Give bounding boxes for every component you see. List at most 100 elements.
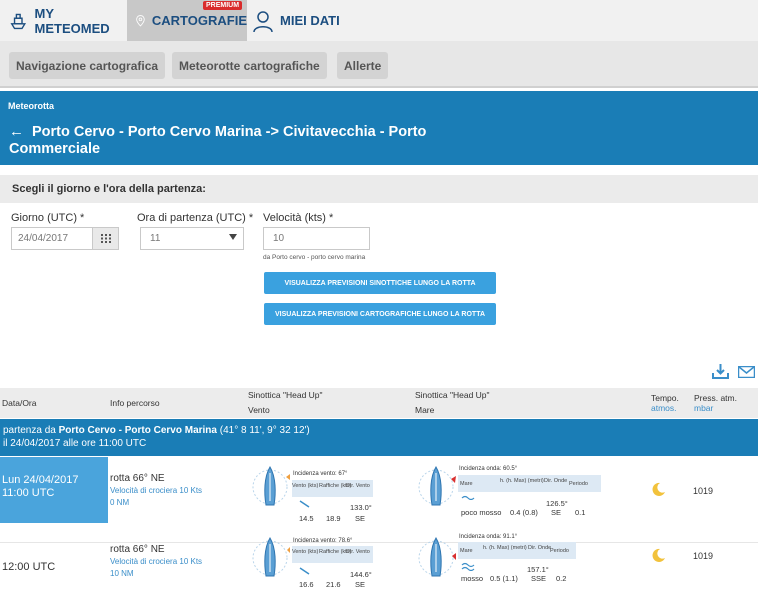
wind-speed: 16.6 xyxy=(299,580,314,589)
boat-wave-icon xyxy=(418,537,456,577)
sea-hdr-height: h. (h. Max) (metri) xyxy=(483,545,527,551)
departure-time: il 24/04/2017 alle ore 11:00 UTC xyxy=(3,438,147,449)
download-icon[interactable] xyxy=(712,363,729,380)
wind-direction: SE xyxy=(355,514,366,523)
wind-direction-deg: 133.0° xyxy=(350,503,372,512)
sea-hdr-sea: Mare xyxy=(460,548,473,554)
col-press: Press. atm. xyxy=(694,393,737,403)
sub-navigation: Navigazione cartografica Meteorotte cart… xyxy=(0,41,758,88)
date-cell: Lun 24/04/2017 11:00 UTC xyxy=(0,457,108,523)
wind-gust: 21.6 xyxy=(326,580,341,589)
sea-mini-header: Mare h. (h. Max) (metri) Dir. Onde Perio… xyxy=(458,542,576,559)
wave-direction: SE xyxy=(551,508,562,517)
wave-incidence: Incidenza onda: 91.1° xyxy=(459,534,518,540)
sea-state: mosso xyxy=(461,574,484,583)
day-value: 24/04/2017 xyxy=(18,233,69,244)
speed-note: da Porto cervo - porto cervo marina xyxy=(263,254,366,261)
wind-incidence: Incidenza vento: 78.6° xyxy=(293,538,353,544)
wind-hdr-speed: Vento (kts) xyxy=(292,549,319,555)
calendar-button[interactable] xyxy=(92,228,118,249)
col-wind-sub: Vento xyxy=(248,405,270,415)
form-heading: Scegli il giorno e l'ora della partenza: xyxy=(0,175,758,203)
cruise-speed: Velocità di crociera 10 Kts xyxy=(110,486,203,495)
premium-badge: PREMIUM xyxy=(203,1,243,10)
route-title: Porto Cervo - Porto Cervo Marina -> Civi… xyxy=(9,124,427,157)
user-icon xyxy=(253,10,273,32)
ship-icon xyxy=(10,13,27,29)
wind-incidence: Incidenza vento: 67° xyxy=(293,471,348,477)
wind-arrow-icon xyxy=(299,567,310,575)
calendar-icon xyxy=(100,234,111,243)
wave-direction-deg: 126.5° xyxy=(546,499,568,508)
wave-icon xyxy=(461,495,475,500)
email-icon[interactable] xyxy=(738,366,755,378)
col-weather: Tempo. xyxy=(651,393,679,403)
wave-height: 0.5 (1.1) xyxy=(490,574,518,583)
row-time: 12:00 UTC xyxy=(2,561,56,573)
col-sea-sub: Mare xyxy=(415,405,435,415)
col-press-sub: mbar xyxy=(694,403,714,413)
tab-label: MY METEOMED xyxy=(34,5,110,36)
speed-field[interactable]: 10 xyxy=(263,227,370,250)
boat-wave-icon xyxy=(418,466,456,506)
table-row: 12:00 UTC rotta 66° NE Velocità di croci… xyxy=(0,534,758,590)
distance-nm: 10 NM xyxy=(110,569,134,578)
boat-wind-icon xyxy=(252,466,290,506)
wind-direction: SE xyxy=(355,580,366,589)
wind-arrow-icon xyxy=(299,500,310,508)
date-cell: 12:00 UTC xyxy=(0,544,108,590)
back-arrow-icon[interactable]: ← xyxy=(9,123,24,140)
route-heading: rotta 66° NE xyxy=(110,544,165,555)
sea-hdr-period: Periodo xyxy=(550,548,569,554)
wind-hdr-dir: Dir. Vento xyxy=(346,549,370,555)
speed-value: 10 xyxy=(273,233,285,244)
day-field[interactable]: 24/04/2017 xyxy=(11,227,119,250)
wind-direction-deg: 144.6° xyxy=(350,570,372,579)
col-wind: Sinottica "Head Up" xyxy=(248,390,323,400)
departure-coords: (41° 8 11', 9° 32 12') xyxy=(216,425,310,436)
hour-select[interactable]: 11 xyxy=(140,227,244,250)
wind-mini-header: Vento (kts) Raffiche (kts) Dir. Vento xyxy=(292,480,373,497)
sea-mini-header: Mare h. (h. Max) (metri) Dir. Onde Perio… xyxy=(458,475,601,492)
sea-hdr-period: Periodo xyxy=(569,481,588,487)
departure-prefix: partenza da xyxy=(3,425,59,436)
navigazione-cartografica-button[interactable]: Navigazione cartografica xyxy=(9,52,166,79)
breadcrumb: Meteorotta xyxy=(8,101,55,111)
day-label: Giorno (UTC) * xyxy=(11,212,85,224)
tab-miei-dati[interactable]: MIEI DATI xyxy=(252,0,372,41)
wave-direction-deg: 157.1° xyxy=(527,565,549,574)
wave-icon xyxy=(461,562,475,571)
meteorotte-cartografiche-button[interactable]: Meteorotte cartografiche xyxy=(172,52,327,79)
speed-label: Velocità (kts) * xyxy=(263,212,334,224)
carto-forecast-button[interactable]: VISUALIZZA PREVISIONI CARTOGRAFICHE LUNG… xyxy=(264,303,496,325)
moon-icon xyxy=(652,482,665,496)
page-header: Meteorotta ← Porto Cervo - Porto Cervo Ma… xyxy=(0,91,758,165)
tab-my-meteomed[interactable]: MY METEOMED xyxy=(8,0,126,41)
route-info: rotta 66° NE Velocità di crociera 10 Kts… xyxy=(110,544,202,580)
pressure-value: 1019 xyxy=(693,551,714,561)
tab-label: MIEI DATI xyxy=(280,13,340,28)
sea-hdr-sea: Mare xyxy=(460,481,473,487)
col-weather-sub: atmos. xyxy=(651,403,677,413)
sea-hdr-height: h. (h. Max) (metri) xyxy=(500,478,544,484)
row-time: 11:00 UTC xyxy=(2,487,55,499)
wave-period: 0.1 xyxy=(575,508,586,517)
table-row: Lun 24/04/2017 11:00 UTC rotta 66° NE Ve… xyxy=(0,457,758,543)
synoptic-forecast-button[interactable]: VISUALIZZA PREVISIONI SINOTTICHE LUNGO L… xyxy=(264,272,496,294)
wind-hdr-speed: Vento (kts) xyxy=(292,483,319,489)
map-pin-icon xyxy=(136,14,145,26)
wind-hdr-dir: Dir. Vento xyxy=(346,483,370,489)
cruise-speed: Velocità di crociera 10 Kts xyxy=(110,557,203,566)
wave-direction: SSE xyxy=(531,574,547,583)
page-title: ← Porto Cervo - Porto Cervo Marina -> Civ… xyxy=(9,123,449,158)
sea-hdr-dir: Dir. Onde xyxy=(528,545,552,551)
allerte-button[interactable]: Allerte xyxy=(337,52,389,79)
chevron-down-icon xyxy=(229,234,237,240)
moon-icon xyxy=(652,548,665,562)
wave-height: 0.4 (0.8) xyxy=(510,508,538,517)
sea-state: poco mosso xyxy=(461,508,502,517)
distance-nm: 0 NM xyxy=(110,498,130,507)
col-date: Data/Ora xyxy=(2,398,37,408)
sea-hdr-dir: Dir. Onde xyxy=(544,478,568,484)
tab-label: CARTOGRAFIE xyxy=(151,13,247,28)
